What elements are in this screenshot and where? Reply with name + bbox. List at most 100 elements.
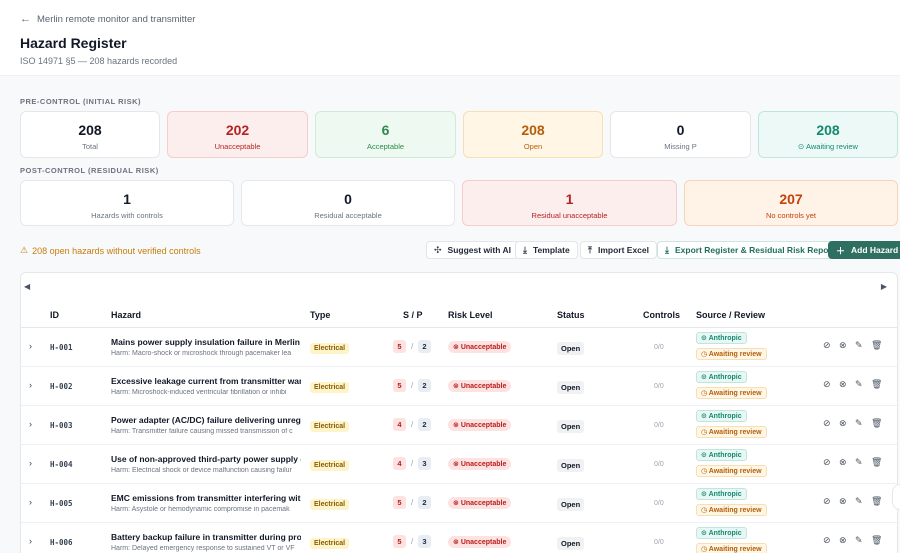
col-header-type[interactable]: Type (310, 310, 330, 320)
col-header-status[interactable]: Status (557, 310, 585, 320)
edit-icon[interactable]: ✎ (855, 535, 863, 546)
source-badge: ⊙ Anthropic (696, 332, 747, 344)
page-header: ← Merlin remote monitor and transmitter … (0, 0, 900, 76)
delete-icon[interactable]: 🗑 (871, 496, 882, 507)
edit-icon[interactable]: ✎ (855, 340, 863, 351)
risk-badge: ⊗ Unacceptable (448, 536, 512, 548)
risk-label: Unacceptable (460, 461, 507, 468)
source-label: Anthropic (708, 374, 742, 381)
col-header-controls[interactable]: Controls (643, 310, 680, 320)
approve-icon[interactable]: ⊘ (823, 418, 831, 429)
edit-icon[interactable]: ✎ (855, 418, 863, 429)
delete-icon[interactable]: 🗑 (871, 457, 882, 468)
approve-icon[interactable]: ⊘ (823, 340, 831, 351)
hazard-title: Mains power supply insulation failure in… (111, 337, 301, 347)
bot-icon: ⊙ (701, 491, 707, 498)
add-hazard-button[interactable]: ＋ Add Hazard (828, 241, 900, 259)
template-label: Template (532, 245, 570, 255)
approve-icon[interactable]: ⊘ (823, 496, 831, 507)
chevron-right-icon[interactable]: › (29, 536, 32, 546)
delete-icon[interactable]: 🗑 (871, 418, 882, 429)
controls-count: 0/0 (654, 422, 664, 429)
back-link[interactable]: ← Merlin remote monitor and transmitter (20, 14, 880, 26)
stat-card-missing-p: 0 Missing P (610, 111, 751, 158)
chevron-right-icon[interactable]: › (29, 419, 32, 429)
review-badge: ◷ Awaiting review (696, 543, 767, 553)
table-row[interactable]: › H-001 Mains power supply insulation fa… (21, 328, 897, 367)
edit-icon[interactable]: ✎ (855, 379, 863, 390)
suggest-ai-label: Suggest with AI (447, 245, 511, 255)
probability-badge: 2 (418, 496, 431, 509)
review-label: Awaiting review (708, 546, 762, 553)
review-badge: ◷ Awaiting review (696, 504, 767, 516)
edit-icon[interactable]: ✎ (855, 457, 863, 468)
template-button[interactable]: ⤓ Template (515, 241, 578, 259)
table-row[interactable]: › H-004 Use of non-approved third-party … (21, 445, 897, 484)
table-row[interactable]: › H-006 Battery backup failure in transm… (21, 523, 897, 553)
source-badge: ⊙ Anthropic (696, 527, 747, 539)
post-control-label: POST-CONTROL (RESIDUAL RISK) (20, 166, 159, 175)
scroll-left-icon[interactable]: ◀ (24, 282, 30, 291)
reject-icon[interactable]: ⊗ (839, 457, 847, 468)
reject-icon[interactable]: ⊗ (839, 418, 847, 429)
bot-icon: ⊙ (701, 530, 707, 537)
approve-icon[interactable]: ⊘ (823, 457, 831, 468)
stat-value: 1 (565, 191, 574, 207)
delete-icon[interactable]: 🗑 (871, 340, 882, 351)
risk-label: Unacceptable (460, 383, 507, 390)
stat-card-total: 208 Total (20, 111, 160, 158)
source-label: Anthropic (708, 335, 742, 342)
reject-icon[interactable]: ⊗ (839, 379, 847, 390)
severity-badge: 4 (393, 457, 406, 470)
export-register-label: Export Register & Residual Risk Report (674, 245, 835, 255)
chevron-right-icon[interactable]: › (29, 497, 32, 507)
plus-icon: ＋ (836, 245, 846, 256)
col-header-sp[interactable]: S / P (403, 310, 423, 320)
scroll-right-icon[interactable]: ▶ (881, 282, 887, 291)
import-excel-button[interactable]: ⤒ Import Excel (580, 241, 658, 259)
stat-label: Residual acceptable (314, 211, 382, 220)
col-header-risk[interactable]: Risk Level (448, 310, 493, 320)
page-subtitle: ISO 14971 §5 — 208 hazards recorded (20, 56, 178, 66)
source-label: Anthropic (708, 491, 742, 498)
chevron-right-icon[interactable]: › (29, 380, 32, 390)
suggest-ai-button[interactable]: ✣ Suggest with AI (426, 241, 519, 259)
col-header-source[interactable]: Source / Review (696, 310, 765, 320)
approve-icon[interactable]: ⊘ (823, 535, 831, 546)
back-link-label[interactable]: Merlin remote monitor and transmitter (37, 14, 195, 25)
review-badge: ◷ Awaiting review (696, 387, 767, 399)
approve-icon[interactable]: ⊘ (823, 379, 831, 390)
floating-handle[interactable] (892, 484, 900, 510)
page-title: Hazard Register (20, 35, 127, 51)
reject-icon[interactable]: ⊗ (839, 340, 847, 351)
export-register-button[interactable]: ⤓ Export Register & Residual Risk Report (657, 241, 843, 259)
chevron-right-icon[interactable]: › (29, 341, 32, 351)
pre-control-label: PRE-CONTROL (INITIAL RISK) (20, 97, 142, 106)
hazard-title: Use of non-approved third-party power su… (111, 454, 301, 464)
col-header-id[interactable]: ID (50, 310, 59, 320)
stat-card-open: 208 Open (463, 111, 603, 158)
arrow-left-icon[interactable]: ← (20, 14, 31, 25)
stat-card-no-controls: 207 No controls yet (684, 180, 898, 226)
hazard-title: EMC emissions from transmitter interferi… (111, 493, 301, 503)
chevron-right-icon[interactable]: › (29, 458, 32, 468)
delete-icon[interactable]: 🗑 (871, 535, 882, 546)
status-badge: Open (557, 498, 585, 511)
table-row[interactable]: › H-005 EMC emissions from transmitter i… (21, 484, 897, 523)
warning-text: 208 open hazards without verified contro… (32, 245, 201, 256)
x-circle-icon: ⊗ (453, 383, 459, 390)
edit-icon[interactable]: ✎ (855, 496, 863, 507)
delete-icon[interactable]: 🗑 (871, 379, 882, 390)
probability-badge: 3 (418, 535, 431, 548)
stat-card-acceptable: 6 Acceptable (315, 111, 456, 158)
reject-icon[interactable]: ⊗ (839, 535, 847, 546)
table-row[interactable]: › H-002 Excessive leakage current from t… (21, 367, 897, 406)
severity-badge: 4 (393, 418, 406, 431)
table-row[interactable]: › H-003 Power adapter (AC/DC) failure de… (21, 406, 897, 445)
x-circle-icon: ⊗ (453, 461, 459, 468)
reject-icon[interactable]: ⊗ (839, 496, 847, 507)
col-header-hazard[interactable]: Hazard (111, 310, 141, 320)
x-circle-icon: ⊗ (453, 500, 459, 507)
risk-label: Unacceptable (460, 500, 507, 507)
controls-count: 0/0 (654, 344, 664, 351)
